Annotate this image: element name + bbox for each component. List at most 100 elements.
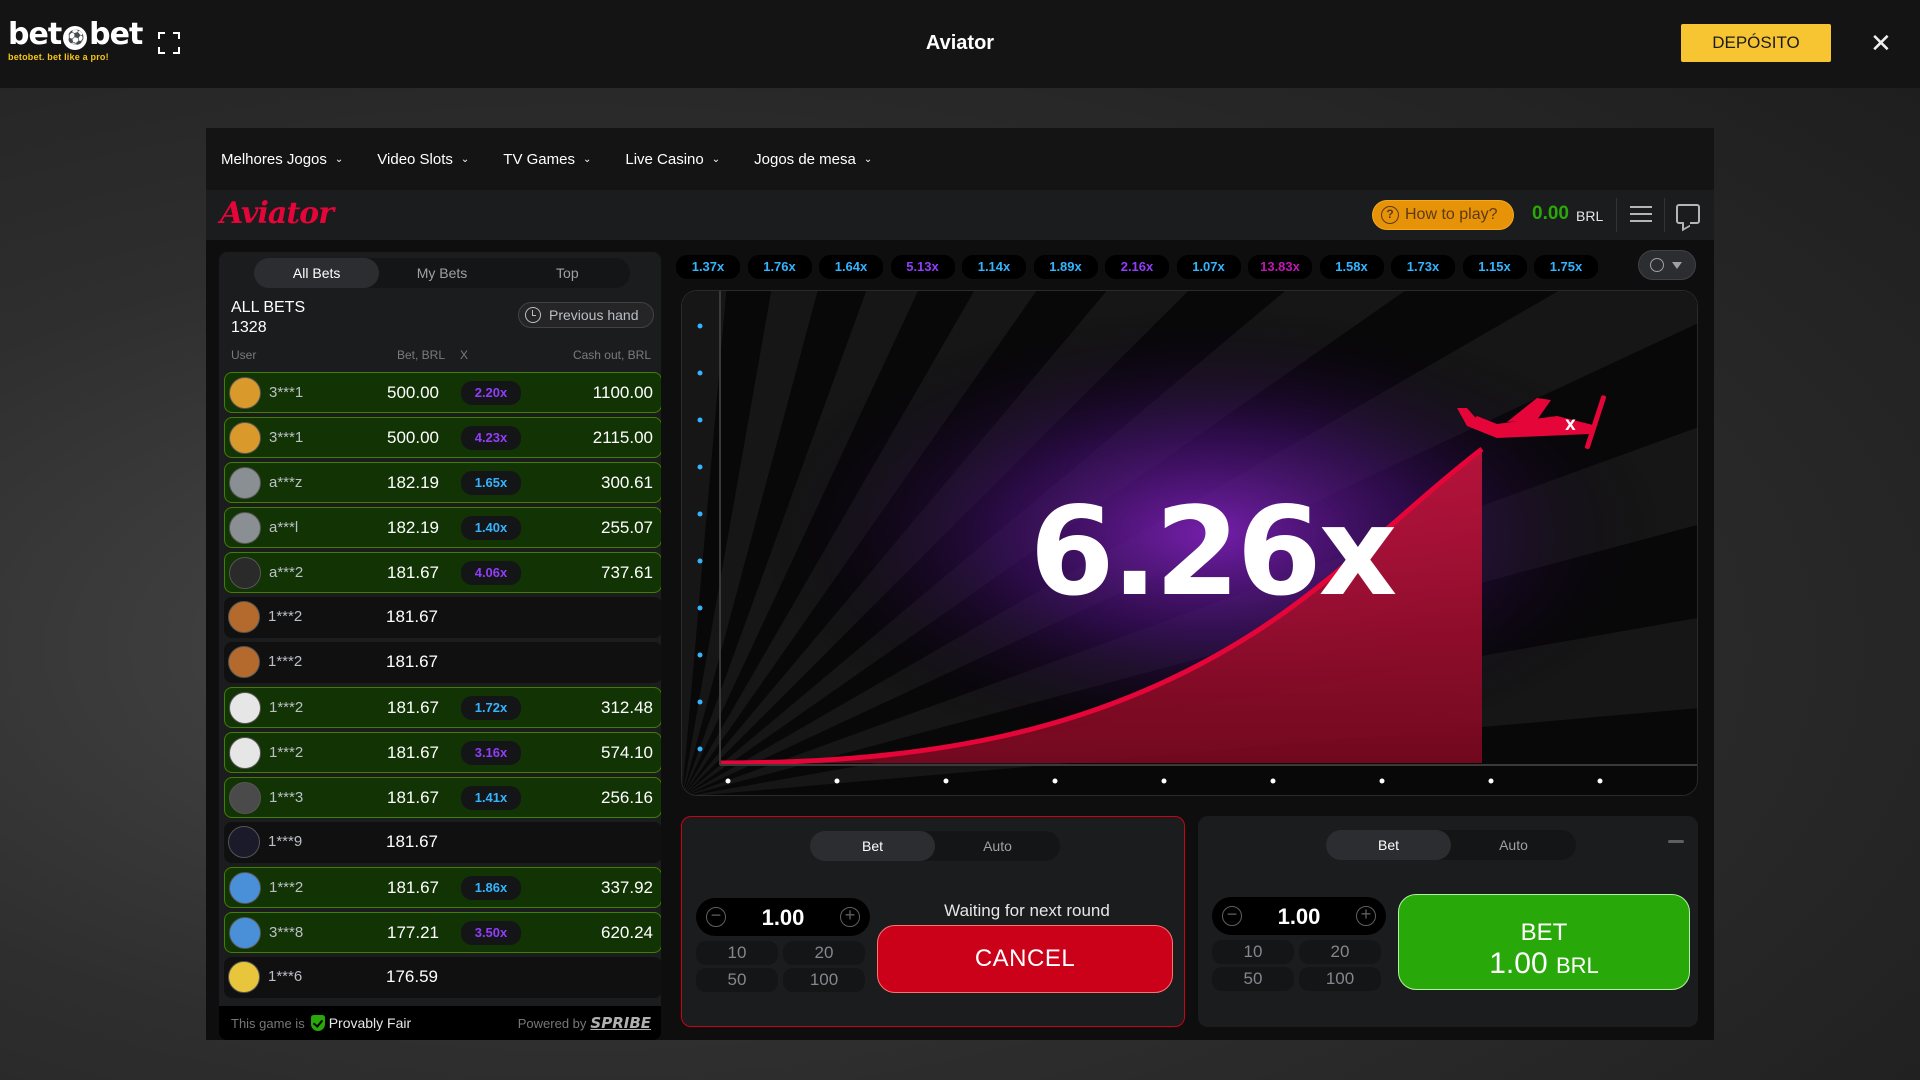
chevron-down-icon bbox=[1672, 262, 1682, 269]
game-canvas: X 6.26x bbox=[681, 290, 1698, 796]
category-nav: Melhores Jogos ⌄ Video Slots ⌄ TV Games ⌄ L… bbox=[206, 128, 1714, 190]
bet-amount-stepper: − 1.00 + bbox=[1212, 897, 1386, 935]
bet-panel-1: Bet Auto − 1.00 + 10 20 50 100 Waiting f… bbox=[681, 816, 1185, 1027]
deposit-button[interactable]: DEPÓSITO bbox=[1681, 24, 1831, 62]
bet-user: 3***1 bbox=[269, 384, 304, 401]
nav-item-video-slots[interactable]: Video Slots ⌄ bbox=[377, 151, 469, 168]
preset-amounts: 10 20 50 100 bbox=[1212, 940, 1386, 994]
history-multiplier[interactable]: 1.07x bbox=[1176, 255, 1241, 279]
bet-mode-tabs: Bet Auto bbox=[1326, 830, 1576, 860]
tab-auto[interactable]: Auto bbox=[935, 831, 1060, 861]
bet-user: 1***6 bbox=[268, 968, 303, 985]
provably-fair-link[interactable]: Provably Fair bbox=[329, 1015, 411, 1031]
logo-tagline: betobet. bet like a pro! bbox=[8, 52, 109, 62]
bet-button-label: BET bbox=[1520, 919, 1568, 946]
nav-item-live-casino[interactable]: Live Casino ⌄ bbox=[625, 151, 720, 168]
minus-icon[interactable]: − bbox=[706, 906, 726, 927]
history-multiplier[interactable]: 5.13x bbox=[890, 255, 955, 279]
plus-icon[interactable]: + bbox=[840, 906, 860, 927]
bet-user: 1***2 bbox=[268, 653, 303, 670]
bet-user: 3***8 bbox=[269, 924, 304, 941]
history-multiplier[interactable]: 1.15x bbox=[1462, 255, 1527, 279]
tab-auto[interactable]: Auto bbox=[1451, 830, 1576, 860]
bet-multiplier: 4.06x bbox=[461, 561, 521, 585]
avatar bbox=[229, 467, 261, 499]
bet-user: 1***2 bbox=[269, 744, 304, 761]
current-multiplier: 6.26x bbox=[1029, 481, 1398, 623]
remove-panel-button[interactable] bbox=[1668, 840, 1684, 843]
previous-hand-button[interactable]: Previous hand bbox=[518, 302, 654, 328]
plus-icon[interactable]: + bbox=[1356, 905, 1376, 926]
preset-button[interactable]: 20 bbox=[1299, 940, 1381, 964]
preset-button[interactable]: 100 bbox=[783, 968, 865, 992]
bet-cashout: 620.24 bbox=[601, 923, 653, 942]
history-multiplier[interactable]: 1.76x bbox=[747, 255, 812, 279]
chevron-down-icon: ⌄ bbox=[582, 153, 592, 165]
tab-top[interactable]: Top bbox=[505, 258, 630, 288]
fullscreen-icon[interactable] bbox=[158, 32, 180, 54]
preset-button[interactable]: 10 bbox=[696, 941, 778, 965]
history-multiplier[interactable]: 1.37x bbox=[676, 255, 740, 279]
preset-button[interactable]: 100 bbox=[1299, 967, 1381, 991]
bet-amount: 181.67 bbox=[386, 607, 438, 626]
bet-amount: 181.67 bbox=[386, 832, 438, 851]
game-frame: Melhores Jogos ⌄ Video Slots ⌄ TV Games ⌄ L… bbox=[206, 128, 1714, 1040]
history-dropdown-button[interactable] bbox=[1638, 250, 1696, 280]
history-multiplier[interactable]: 13.83x bbox=[1248, 255, 1312, 279]
preset-button[interactable]: 10 bbox=[1212, 940, 1294, 964]
history-multiplier[interactable]: 2.16x bbox=[1105, 255, 1169, 279]
bet-multiplier: 1.65x bbox=[461, 471, 521, 495]
history-multiplier[interactable]: 1.14x bbox=[962, 255, 1026, 279]
chat-icon[interactable] bbox=[1676, 204, 1700, 224]
history-multiplier[interactable]: 1.58x bbox=[1319, 255, 1384, 279]
avatar bbox=[229, 872, 261, 904]
history-multiplier[interactable]: 1.75x bbox=[1534, 255, 1598, 279]
powered-by: Powered by SPRIBE bbox=[517, 1014, 651, 1032]
bet-multiplier: 3.16x bbox=[461, 741, 521, 765]
close-icon[interactable]: ✕ bbox=[1870, 30, 1892, 56]
tab-all-bets[interactable]: All Bets bbox=[254, 258, 380, 288]
minus-icon[interactable]: − bbox=[1222, 905, 1242, 926]
preset-button[interactable]: 50 bbox=[696, 968, 778, 992]
divider bbox=[1616, 198, 1617, 232]
bet-user: 3***1 bbox=[269, 429, 304, 446]
bets-panel: All Bets My Bets Top ALL BETS 1328 Previ… bbox=[219, 252, 661, 1040]
aviator-logo: Aviator bbox=[220, 196, 334, 231]
site-logo[interactable]: bet ⚽ bet betobet. bet like a pro! bbox=[8, 20, 148, 63]
bet-amount-input[interactable]: 1.00 bbox=[726, 905, 840, 931]
bet-cashout: 256.16 bbox=[601, 788, 653, 807]
bet-cashout: 737.61 bbox=[601, 563, 653, 582]
nav-item-melhores-jogos[interactable]: Melhores Jogos ⌄ bbox=[221, 151, 343, 168]
avatar bbox=[228, 646, 260, 678]
bet-cashout: 1100.00 bbox=[592, 383, 653, 402]
avatar bbox=[228, 826, 260, 858]
how-to-play-button[interactable]: ? How to play? bbox=[1372, 200, 1514, 230]
chevron-down-icon: ⌄ bbox=[460, 153, 470, 165]
tab-bet[interactable]: Bet bbox=[1326, 830, 1451, 860]
bet-amount: 181.67 bbox=[387, 743, 439, 762]
nav-item-jogos-de-mesa[interactable]: Jogos de mesa ⌄ bbox=[754, 151, 872, 168]
tab-bet[interactable]: Bet bbox=[810, 831, 935, 861]
site-header: bet ⚽ bet betobet. bet like a pro! Aviator… bbox=[0, 0, 1920, 88]
bet-cashout: 2115.00 bbox=[592, 428, 653, 447]
nav-item-tv-games[interactable]: TV Games ⌄ bbox=[503, 151, 591, 168]
history-multiplier[interactable]: 1.73x bbox=[1391, 255, 1455, 279]
spribe-logo[interactable]: SPRIBE bbox=[590, 1014, 651, 1032]
preset-button[interactable]: 20 bbox=[783, 941, 865, 965]
bet-user: a***z bbox=[269, 474, 303, 491]
bet-amount: 181.67 bbox=[387, 788, 439, 807]
bet-amount: 176.59 bbox=[386, 967, 438, 986]
bet-button[interactable]: BET 1.00 BRL bbox=[1398, 894, 1690, 990]
tab-my-bets[interactable]: My Bets bbox=[379, 258, 504, 288]
history-multiplier[interactable]: 1.89x bbox=[1033, 255, 1098, 279]
bet-amount-input[interactable]: 1.00 bbox=[1242, 904, 1356, 930]
history-multiplier[interactable]: 1.64x bbox=[819, 255, 883, 279]
menu-icon[interactable] bbox=[1630, 206, 1652, 224]
bet-multiplier: 1.40x bbox=[461, 516, 521, 540]
divider bbox=[1664, 198, 1665, 232]
column-bet: Bet, BRL bbox=[397, 348, 446, 362]
bet-row: 1***2 181.67 3.16x 574.10 bbox=[224, 732, 661, 773]
bet-row: 1***2 181.67 1.72x 312.48 bbox=[224, 687, 661, 728]
preset-button[interactable]: 50 bbox=[1212, 967, 1294, 991]
cancel-button[interactable]: CANCEL bbox=[877, 925, 1173, 993]
